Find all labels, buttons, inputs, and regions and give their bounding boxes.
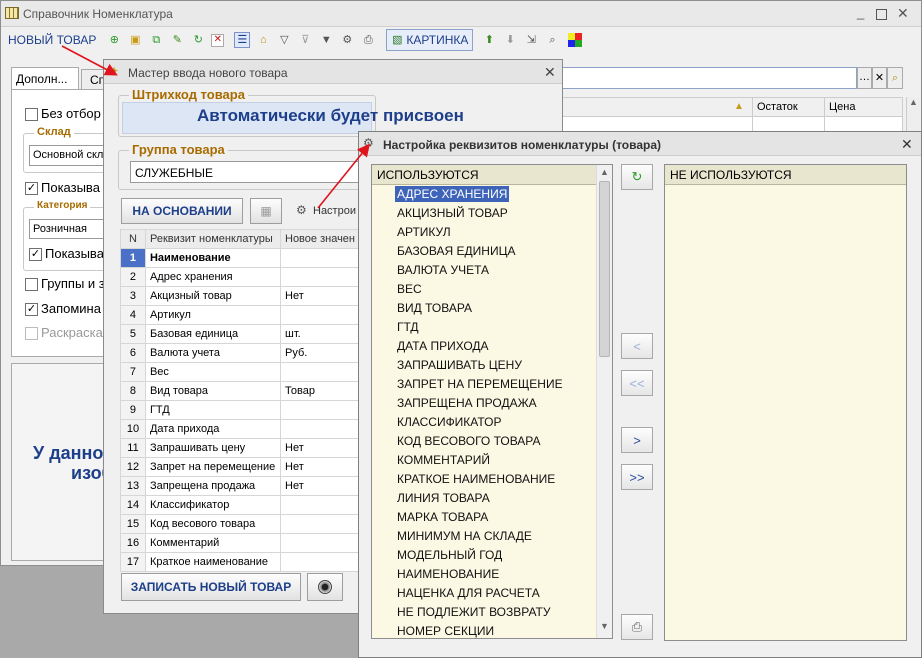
arrow-to-settings <box>317 143 371 209</box>
annotation-arrows <box>61 45 371 209</box>
arrow-to-wizard <box>61 45 118 76</box>
